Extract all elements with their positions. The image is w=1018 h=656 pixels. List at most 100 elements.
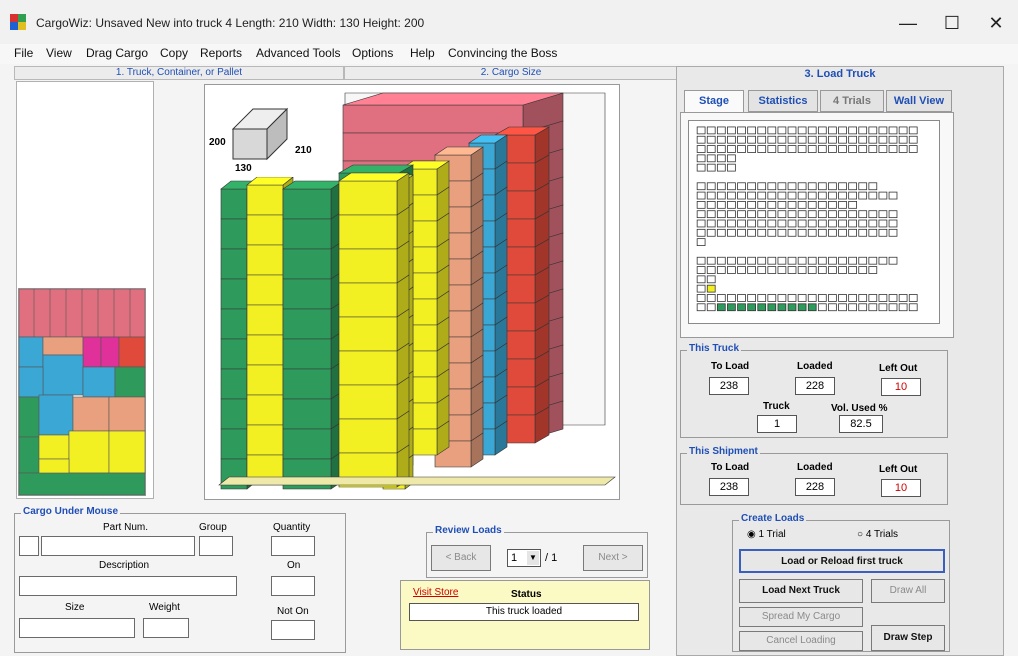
stage-cell[interactable] xyxy=(716,303,726,312)
stage-cell[interactable] xyxy=(777,182,787,191)
stage-cell[interactable] xyxy=(777,303,787,312)
stage-cell[interactable] xyxy=(737,126,746,135)
stage-cell[interactable] xyxy=(696,284,706,293)
stage-cell[interactable] xyxy=(757,201,767,209)
tab-stage[interactable]: Stage xyxy=(684,90,744,112)
stage-cell[interactable] xyxy=(787,135,797,144)
stage-cell[interactable] xyxy=(706,126,716,135)
stage-cell[interactable] xyxy=(828,182,837,191)
quantity-field[interactable] xyxy=(271,536,315,556)
stage-cell[interactable] xyxy=(727,182,736,191)
stage-cell[interactable] xyxy=(747,256,756,265)
load-reload-first-truck-button[interactable]: Load or Reload first truck xyxy=(739,549,945,573)
stage-cell[interactable] xyxy=(727,294,736,302)
stage-cell[interactable] xyxy=(767,303,777,312)
stage-cell[interactable] xyxy=(747,191,756,200)
cargo-3d-view[interactable]: 200 210 130 xyxy=(204,84,620,500)
stage-cell[interactable] xyxy=(787,256,797,265)
next-button[interactable]: Next > xyxy=(583,545,643,571)
stage-cell[interactable] xyxy=(787,145,797,153)
load-next-truck-button[interactable]: Load Next Truck xyxy=(739,579,863,603)
stage-cell[interactable] xyxy=(868,303,878,312)
stage-cell[interactable] xyxy=(706,219,716,228)
stage-cell[interactable] xyxy=(797,191,807,200)
stage-cell[interactable] xyxy=(716,201,726,209)
stage-cell[interactable] xyxy=(767,210,777,219)
stage-cell[interactable] xyxy=(727,135,736,144)
stage-cell[interactable] xyxy=(747,145,756,153)
stage-cell[interactable] xyxy=(767,182,777,191)
stage-cell[interactable] xyxy=(706,182,716,191)
stage-cell[interactable] xyxy=(747,135,756,144)
stage-cell[interactable] xyxy=(828,191,837,200)
stage-cell[interactable] xyxy=(777,135,787,144)
stage-cell[interactable] xyxy=(767,256,777,265)
stage-cell[interactable] xyxy=(848,126,857,135)
stage-cell[interactable] xyxy=(757,228,767,237)
stage-cell[interactable] xyxy=(696,135,706,144)
stage-cell[interactable] xyxy=(737,228,746,237)
stage-cell[interactable] xyxy=(817,145,827,153)
stage-cell[interactable] xyxy=(696,238,706,246)
stage-cell[interactable] xyxy=(817,182,827,191)
stage-cell[interactable] xyxy=(787,210,797,219)
stage-cell[interactable] xyxy=(747,210,756,219)
stage-cell[interactable] xyxy=(777,126,787,135)
stage-cell[interactable] xyxy=(848,228,857,237)
draw-all-button[interactable]: Draw All xyxy=(871,579,945,603)
stage-cell[interactable] xyxy=(797,219,807,228)
stage-cell[interactable] xyxy=(716,135,726,144)
stage-cell[interactable] xyxy=(797,145,807,153)
stage-cell[interactable] xyxy=(858,191,868,200)
stage-cell[interactable] xyxy=(848,191,857,200)
stage-cell[interactable] xyxy=(706,303,716,312)
stage-cell[interactable] xyxy=(727,191,736,200)
stage-cell[interactable] xyxy=(817,201,827,209)
stage-cell[interactable] xyxy=(737,219,746,228)
stage-cell[interactable] xyxy=(747,182,756,191)
stage-cell[interactable] xyxy=(797,210,807,219)
stage-cell[interactable] xyxy=(848,219,857,228)
stage-cell[interactable] xyxy=(838,145,847,153)
stage-cell[interactable] xyxy=(868,182,878,191)
stage-cell[interactable] xyxy=(777,266,787,274)
stage-cell[interactable] xyxy=(716,191,726,200)
stage-cell[interactable] xyxy=(696,266,706,274)
stage-cell[interactable] xyxy=(878,256,888,265)
stage-cell[interactable] xyxy=(828,210,837,219)
stage-cell[interactable] xyxy=(878,145,888,153)
on-field[interactable] xyxy=(271,576,315,596)
stage-cell[interactable] xyxy=(777,228,787,237)
stage-cell[interactable] xyxy=(828,228,837,237)
stage-cell[interactable] xyxy=(727,219,736,228)
radio-1-trial[interactable]: ◉ 1 Trial xyxy=(747,529,786,540)
stage-cell[interactable] xyxy=(838,228,847,237)
stage-cell[interactable] xyxy=(797,126,807,135)
stage-cell[interactable] xyxy=(696,182,706,191)
stage-cell[interactable] xyxy=(807,210,817,219)
stage-cell[interactable] xyxy=(706,135,716,144)
stage-cell[interactable] xyxy=(767,228,777,237)
stage-cell[interactable] xyxy=(706,145,716,153)
stage-cell[interactable] xyxy=(787,126,797,135)
stage-cell[interactable] xyxy=(706,191,716,200)
stage-cell[interactable] xyxy=(858,219,868,228)
back-button[interactable]: < Back xyxy=(431,545,491,571)
stage-cell[interactable] xyxy=(908,294,918,302)
stage-cell[interactable] xyxy=(817,294,827,302)
stage-cell[interactable] xyxy=(807,135,817,144)
stage-cell[interactable] xyxy=(868,126,878,135)
stage-cell[interactable] xyxy=(817,256,827,265)
stage-cell[interactable] xyxy=(747,219,756,228)
stage-cell[interactable] xyxy=(828,303,837,312)
stage-cell[interactable] xyxy=(706,201,716,209)
stage-cell[interactable] xyxy=(757,145,767,153)
stage-cell[interactable] xyxy=(878,228,888,237)
stage-cell[interactable] xyxy=(716,154,726,163)
stage-cell[interactable] xyxy=(696,228,706,237)
menu-help[interactable]: Help xyxy=(410,46,435,60)
stage-cell[interactable] xyxy=(817,126,827,135)
stage-cell[interactable] xyxy=(848,201,857,209)
stage-cell[interactable] xyxy=(787,219,797,228)
stage-cell[interactable] xyxy=(716,219,726,228)
